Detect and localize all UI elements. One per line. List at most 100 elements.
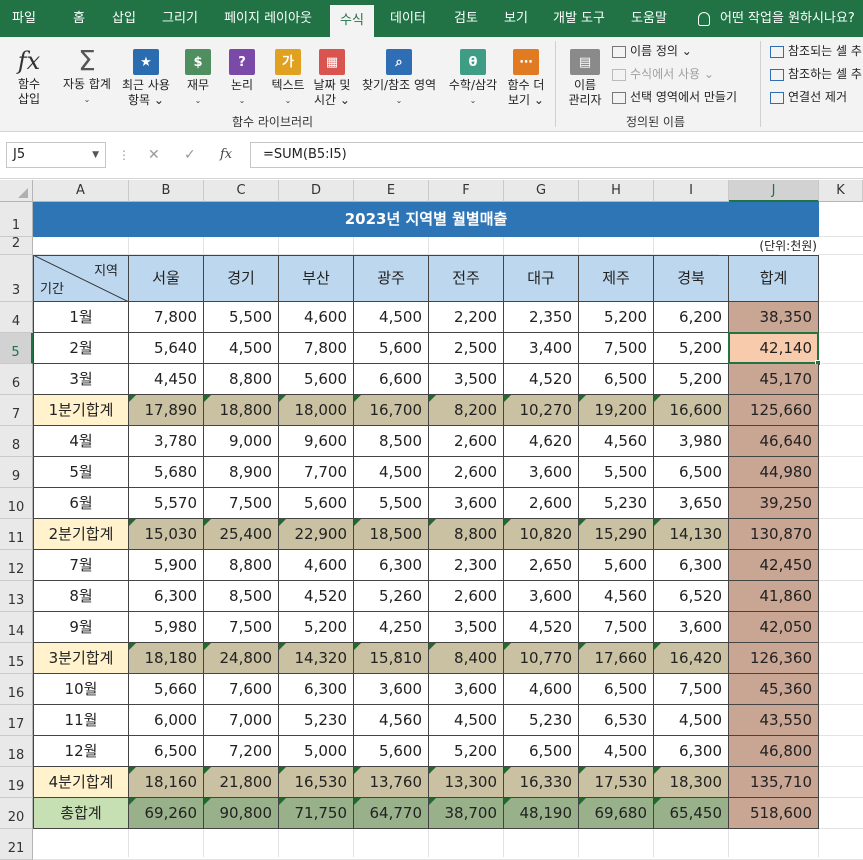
table-cell[interactable]: 6,200 — [654, 302, 729, 333]
table-cell[interactable]: 8,800 — [204, 364, 279, 395]
table-cell[interactable]: 7,200 — [204, 736, 279, 767]
table-cell[interactable]: 5,680 — [129, 457, 204, 488]
row-header-20[interactable]: 20 — [0, 798, 33, 829]
trace-dependents-button[interactable]: 참조하는 셀 추 — [770, 64, 862, 84]
column-header-D[interactable]: D — [279, 180, 354, 202]
table-cell[interactable]: 7,600 — [204, 674, 279, 705]
name-manager-button[interactable]: ▤ 이름 관리자 — [562, 43, 608, 108]
table-cell[interactable]: 69,260 — [129, 798, 204, 829]
table-cell[interactable]: 5,200 — [654, 364, 729, 395]
table-cell[interactable]: 5,600 — [354, 333, 429, 364]
table-cell[interactable]: 18,160 — [129, 767, 204, 798]
table-cell[interactable]: 16,600 — [654, 395, 729, 426]
table-cell[interactable]: 17,890 — [129, 395, 204, 426]
column-header-B[interactable]: B — [129, 180, 204, 202]
table-cell[interactable]: 90,800 — [204, 798, 279, 829]
table-cell[interactable]: 5,200 — [429, 736, 504, 767]
table-cell[interactable]: 5,980 — [129, 612, 204, 643]
table-cell[interactable]: 16,700 — [354, 395, 429, 426]
table-cell[interactable]: 6,500 — [504, 736, 579, 767]
table-cell[interactable]: 3,980 — [654, 426, 729, 457]
column-header-K[interactable]: K — [819, 180, 863, 202]
table-cell[interactable]: 2,600 — [429, 581, 504, 612]
table-cell[interactable]: 25,400 — [204, 519, 279, 550]
table-cell[interactable]: 4,500 — [204, 333, 279, 364]
table-cell[interactable]: 14,130 — [654, 519, 729, 550]
table-cell[interactable]: 24,800 — [204, 643, 279, 674]
row-header-13[interactable]: 13 — [0, 581, 33, 612]
tab-5[interactable]: 수식 — [330, 5, 374, 37]
table-cell[interactable]: 15,290 — [579, 519, 654, 550]
table-cell[interactable]: 6,520 — [654, 581, 729, 612]
table-cell[interactable]: 5,500 — [204, 302, 279, 333]
row-header-3[interactable]: 3 — [0, 255, 33, 302]
table-cell[interactable]: 5,500 — [354, 488, 429, 519]
total-cell[interactable]: 42,450 — [729, 550, 819, 581]
table-cell[interactable]: 16,420 — [654, 643, 729, 674]
table-cell[interactable]: 17,660 — [579, 643, 654, 674]
table-cell[interactable]: 8,900 — [204, 457, 279, 488]
table-cell[interactable]: 5,200 — [654, 333, 729, 364]
insert-function-button[interactable]: fx 함수 삽입 — [6, 45, 52, 107]
row-header-18[interactable]: 18 — [0, 736, 33, 767]
table-cell[interactable]: 4,450 — [129, 364, 204, 395]
table-cell[interactable]: 15,810 — [354, 643, 429, 674]
table-cell[interactable]: 6,500 — [129, 736, 204, 767]
table-cell[interactable]: 17,530 — [579, 767, 654, 798]
row-header-4[interactable]: 4 — [0, 302, 33, 333]
total-cell[interactable]: 41,860 — [729, 581, 819, 612]
table-cell[interactable]: 5,900 — [129, 550, 204, 581]
row-header-12[interactable]: 12 — [0, 550, 33, 581]
table-cell[interactable]: 4,500 — [429, 705, 504, 736]
use-in-formula-button[interactable]: 수식에서 사용 ⌄ — [612, 64, 714, 84]
table-cell[interactable]: 18,000 — [279, 395, 354, 426]
tab-10[interactable]: 도움말 — [624, 0, 674, 37]
column-header-E[interactable]: E — [354, 180, 429, 202]
row-header-17[interactable]: 17 — [0, 705, 33, 736]
table-cell[interactable]: 5,600 — [354, 736, 429, 767]
table-cell[interactable]: 5,230 — [504, 705, 579, 736]
table-cell[interactable]: 3,600 — [504, 457, 579, 488]
table-cell[interactable]: 21,800 — [204, 767, 279, 798]
table-cell[interactable]: 3,400 — [504, 333, 579, 364]
table-cell[interactable]: 4,500 — [579, 736, 654, 767]
more-functions-button[interactable]: ⋯ 함수 더 보기 ⌄ — [504, 43, 548, 108]
lookup-reference-button[interactable]: ⌕ 찾기/참조 영역 ⌄ — [356, 43, 442, 108]
row-header-6[interactable]: 6 — [0, 364, 33, 395]
table-cell[interactable]: 5,260 — [354, 581, 429, 612]
row-header-16[interactable]: 16 — [0, 674, 33, 705]
total-cell[interactable]: 43,550 — [729, 705, 819, 736]
total-cell[interactable]: 44,980 — [729, 457, 819, 488]
table-cell[interactable]: 2,350 — [504, 302, 579, 333]
total-cell[interactable]: 46,800 — [729, 736, 819, 767]
tab-9[interactable]: 개발 도구 — [546, 0, 612, 37]
column-header-G[interactable]: G — [504, 180, 579, 202]
table-cell[interactable]: 22,900 — [279, 519, 354, 550]
table-cell[interactable]: 38,700 — [429, 798, 504, 829]
table-cell[interactable]: 2,650 — [504, 550, 579, 581]
row-header-21[interactable]: 21 — [0, 829, 33, 860]
table-cell[interactable]: 14,320 — [279, 643, 354, 674]
table-cell[interactable]: 5,200 — [279, 612, 354, 643]
table-cell[interactable]: 3,650 — [654, 488, 729, 519]
total-cell[interactable]: 38,350 — [729, 302, 819, 333]
table-cell[interactable]: 2,200 — [429, 302, 504, 333]
table-cell[interactable]: 6,300 — [654, 550, 729, 581]
table-cell[interactable]: 18,300 — [654, 767, 729, 798]
table-cell[interactable]: 5,230 — [279, 705, 354, 736]
total-cell[interactable]: 45,360 — [729, 674, 819, 705]
table-cell[interactable]: 6,300 — [354, 550, 429, 581]
table-cell[interactable]: 4,250 — [354, 612, 429, 643]
table-cell[interactable]: 15,030 — [129, 519, 204, 550]
column-header-H[interactable]: H — [579, 180, 654, 202]
table-cell[interactable]: 10,770 — [504, 643, 579, 674]
date-time-button[interactable]: ▦ 날짜 및 시간 ⌄ — [310, 43, 354, 108]
recently-used-button[interactable]: ★ 최근 사용 항목 ⌄ — [118, 43, 174, 108]
table-cell[interactable]: 6,600 — [354, 364, 429, 395]
table-cell[interactable]: 3,600 — [654, 612, 729, 643]
remove-arrows-button[interactable]: 연결선 제거 — [770, 87, 847, 107]
table-cell[interactable]: 7,800 — [279, 333, 354, 364]
table-cell[interactable]: 3,600 — [429, 674, 504, 705]
total-cell[interactable]: 135,710 — [729, 767, 819, 798]
table-cell[interactable]: 4,520 — [279, 581, 354, 612]
